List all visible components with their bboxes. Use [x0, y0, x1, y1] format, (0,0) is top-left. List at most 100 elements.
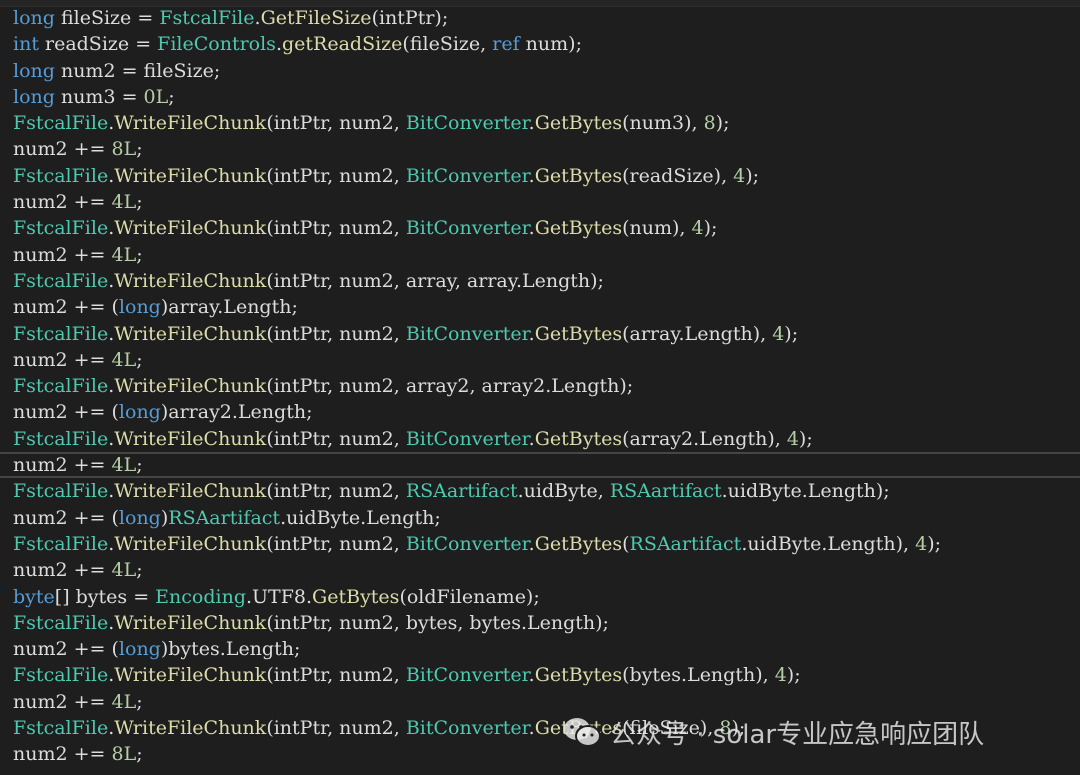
code-token: WriteFileChunk — [114, 112, 267, 135]
code-line[interactable]: FstcalFile.WriteFileChunk(intPtr, num2, … — [0, 215, 1080, 241]
code-token: (intPtr, num2, array2, array2.Length); — [266, 375, 634, 398]
code-token: num2 += ( — [13, 506, 119, 529]
code-line[interactable]: long num3 = 0L; — [0, 84, 1080, 110]
code-editor[interactable]: long fileSize = FstcalFile.GetFileSize(i… — [0, 0, 1080, 775]
code-token: num2 += ( — [13, 638, 119, 661]
code-token: (intPtr, num2, — [266, 664, 406, 687]
code-token: long — [118, 506, 161, 529]
code-token: ); — [927, 532, 942, 555]
code-token: (intPtr, num2, — [266, 217, 406, 240]
code-token: GetBytes — [534, 217, 623, 240]
code-line[interactable]: long fileSize = FstcalFile.GetFileSize(i… — [0, 5, 1080, 31]
code-token: num2 += — [13, 454, 112, 477]
code-token: num2 += ( — [13, 401, 119, 424]
code-token: 4 — [915, 532, 928, 555]
code-token: FstcalFile — [13, 217, 109, 240]
code-token: 4L — [111, 191, 137, 214]
code-line[interactable]: FstcalFile.WriteFileChunk(intPtr, num2, … — [0, 610, 1080, 636]
code-token: ); — [786, 664, 801, 687]
code-token: (num3), — [622, 112, 704, 135]
code-line[interactable]: FstcalFile.WriteFileChunk(intPtr, num2, … — [0, 268, 1080, 294]
code-token: FstcalFile — [13, 532, 109, 555]
code-line[interactable]: FstcalFile.WriteFileChunk(intPtr, num2, … — [0, 662, 1080, 688]
code-token: readSize = — [38, 33, 158, 56]
code-token: FstcalFile — [13, 112, 109, 135]
code-token: WriteFileChunk — [114, 164, 267, 187]
code-token: 8L — [111, 138, 137, 161]
code-token: (fileSize, — [402, 33, 493, 56]
code-token: FstcalFile — [13, 717, 109, 740]
code-token: (intPtr, num2, — [266, 427, 406, 450]
code-token: 4 — [772, 322, 785, 345]
code-line[interactable]: num2 += 4L; — [0, 557, 1080, 583]
code-token: long — [13, 59, 55, 82]
code-token: num2 += — [13, 690, 112, 713]
code-line[interactable]: num2 += (long)array.Length; — [0, 294, 1080, 320]
code-line[interactable]: num2 += 4L; — [0, 189, 1080, 215]
code-token: RSAartifact — [405, 480, 518, 503]
code-token: ; — [136, 454, 143, 477]
code-token: num2 = fileSize; — [54, 59, 221, 82]
code-token: GetBytes — [534, 532, 623, 555]
code-token: long — [118, 401, 161, 424]
code-line[interactable]: FstcalFile.WriteFileChunk(intPtr, num2, … — [0, 426, 1080, 452]
code-token: )array.Length; — [160, 296, 298, 319]
code-line[interactable]: int readSize = FileControls.getReadSize(… — [0, 31, 1080, 57]
code-token: 4 — [786, 427, 799, 450]
code-token: fileSize = — [54, 7, 160, 29]
code-token: 4 — [691, 217, 704, 240]
code-area[interactable]: long fileSize = FstcalFile.GetFileSize(i… — [0, 5, 1080, 768]
code-token: BitConverter — [405, 427, 529, 450]
code-token: BitConverter — [405, 717, 529, 740]
code-token: 8 — [703, 112, 716, 135]
code-token: )array2.Length; — [160, 401, 313, 424]
code-token: (intPtr, num2, — [266, 112, 406, 135]
code-token: WriteFileChunk — [114, 427, 267, 450]
code-token: (intPtr, num2, — [266, 322, 406, 345]
code-token: num2 += — [13, 743, 112, 766]
code-token: ; — [136, 743, 143, 766]
code-token: FstcalFile — [13, 611, 109, 634]
code-token: BitConverter — [405, 112, 529, 135]
code-line[interactable]: num2 += (long)array2.Length; — [0, 399, 1080, 425]
code-token: .uidByte.Length), — [741, 532, 916, 555]
code-line[interactable]: FstcalFile.WriteFileChunk(intPtr, num2, … — [0, 478, 1080, 504]
code-token: num2 += ( — [13, 296, 119, 319]
code-token: (array.Length), — [622, 322, 773, 345]
code-line[interactable]: FstcalFile.WriteFileChunk(intPtr, num2, … — [0, 373, 1080, 399]
code-token: GetFileSize — [260, 7, 372, 29]
code-token: BitConverter — [405, 532, 529, 555]
code-line[interactable]: FstcalFile.WriteFileChunk(intPtr, num2, … — [0, 110, 1080, 136]
code-line[interactable]: FstcalFile.WriteFileChunk(intPtr, num2, … — [0, 163, 1080, 189]
code-token: ; — [136, 243, 143, 266]
code-token: BitConverter — [405, 322, 529, 345]
code-line[interactable]: long num2 = fileSize; — [0, 58, 1080, 84]
code-token: .uidByte.Length; — [280, 506, 441, 529]
watermark-text: 公众号 · solar专业应急响应团队 — [610, 719, 985, 750]
code-token: FstcalFile — [13, 427, 109, 450]
code-token: ; — [168, 85, 175, 108]
code-line[interactable]: num2 += 4L; — [0, 347, 1080, 373]
code-line[interactable]: byte[] bytes = Encoding.UTF8.GetBytes(ol… — [0, 584, 1080, 610]
code-token: RSAartifact — [168, 506, 281, 529]
code-line[interactable]: num2 += 8L; — [0, 136, 1080, 162]
code-token: WriteFileChunk — [114, 532, 267, 555]
code-token: BitConverter — [405, 164, 529, 187]
code-token: (array2.Length), — [622, 427, 787, 450]
code-line[interactable]: num2 += 4L; — [0, 242, 1080, 268]
code-line-current[interactable]: num2 += 4L; — [0, 452, 1080, 479]
code-line[interactable]: FstcalFile.WriteFileChunk(intPtr, num2, … — [0, 321, 1080, 347]
code-token: long — [13, 7, 55, 29]
code-token: BitConverter — [405, 664, 529, 687]
code-token: GetBytes — [534, 112, 623, 135]
code-token: ( — [622, 532, 630, 555]
code-line[interactable]: FstcalFile.WriteFileChunk(intPtr, num2, … — [0, 531, 1080, 557]
code-token: (oldFilename); — [399, 585, 540, 608]
code-token: ref — [492, 33, 520, 56]
code-token: (intPtr, num2, — [266, 164, 406, 187]
code-token: ); — [784, 322, 799, 345]
code-token: num2 += — [13, 559, 112, 582]
code-line[interactable]: num2 += (long)RSAartifact.uidByte.Length… — [0, 505, 1080, 531]
code-token: GetBytes — [534, 322, 623, 345]
code-line[interactable]: num2 += (long)bytes.Length; — [0, 636, 1080, 662]
